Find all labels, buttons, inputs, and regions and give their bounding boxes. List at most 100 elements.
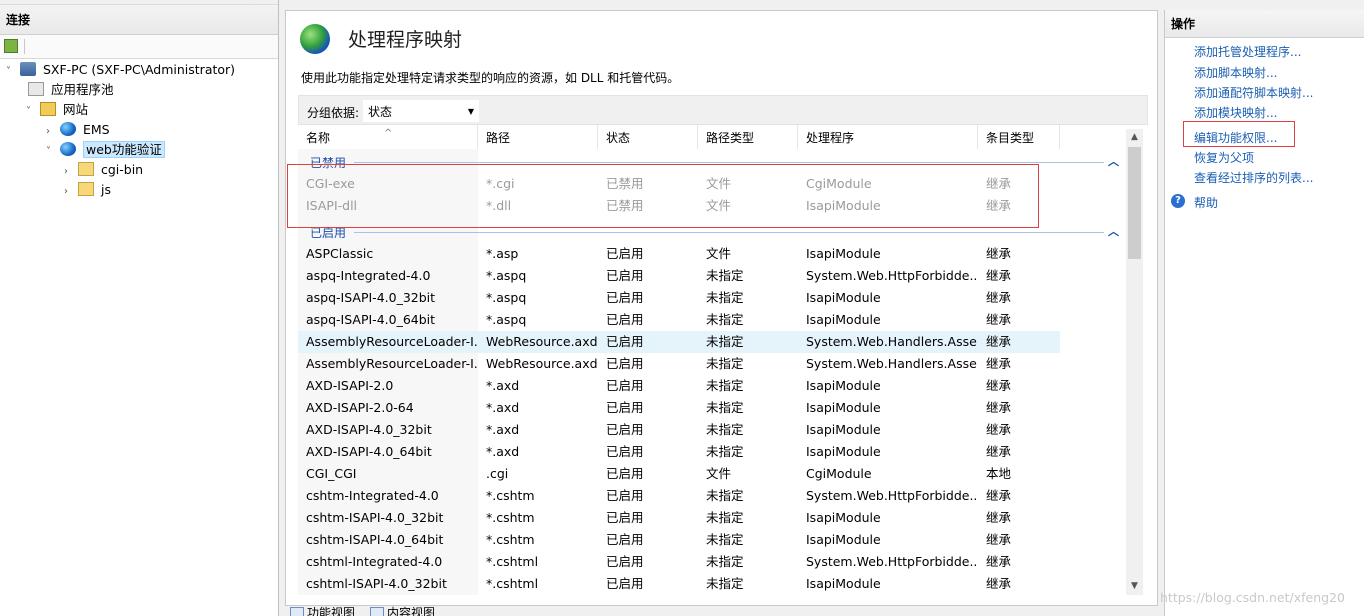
cell-name: AssemblyResourceLoader-I... (306, 356, 478, 371)
table-row[interactable]: aspq-Integrated-4.0 *.aspq 已启用 未指定 System.We… (298, 265, 1060, 287)
action-add-script-map[interactable]: 添加脚本映射... (1194, 64, 1277, 81)
tab-label: 内容视图 (387, 606, 436, 616)
cell-handler: IsapiModule (806, 532, 881, 547)
column-header-path-type[interactable]: 路径类型 (698, 125, 798, 149)
column-header-handler[interactable]: 处理程序 (798, 125, 978, 149)
table-row[interactable]: AXD-ISAPI-2.0 *.axd 已启用 未指定 IsapiModule 继承 (298, 375, 1060, 397)
column-header-state[interactable]: 状态 (598, 125, 698, 149)
table-row[interactable]: ASPClassic *.asp 已启用 文件 IsapiModule 继承 (298, 243, 1060, 265)
tab-content-view[interactable]: 内容视图 (370, 604, 435, 616)
cell-name: aspq-Integrated-4.0 (306, 268, 431, 283)
scroll-thumb[interactable] (1128, 147, 1141, 259)
table-row[interactable]: cshtml-ISAPI-4.0_32bit *.cshtml 已启用 未指定 Isap… (298, 573, 1060, 595)
table-row[interactable]: AXD-ISAPI-4.0_32bit *.axd 已启用 未指定 IsapiModul… (298, 419, 1060, 441)
chevron-down-icon[interactable]: ˅ (6, 62, 16, 82)
group-by-select[interactable]: 状态 ▼ (363, 100, 479, 122)
cell-path-type: 未指定 (706, 312, 744, 327)
connect-icon[interactable] (4, 39, 18, 53)
page-description: 使用此功能指定处理特定请求类型的响应的资源，如 DLL 和托管代码。 (301, 71, 680, 85)
vertical-scrollbar[interactable]: ▲ ▼ (1126, 129, 1143, 595)
tree-node-server[interactable]: ˅ SXF-PC (SXF-PC\Administrator) (6, 60, 235, 80)
highlight-box-edit-permissions (1183, 121, 1295, 147)
sites-icon (39, 102, 56, 116)
tab-features-view[interactable]: 功能视图 (290, 604, 355, 616)
cell-name: ASPClassic (306, 246, 374, 261)
scroll-up-icon[interactable]: ▲ (1126, 129, 1143, 146)
tree-node-app-pools[interactable]: 应用程序池 (28, 80, 114, 100)
folder-icon (77, 182, 94, 196)
cell-entry-type: 继承 (986, 290, 1012, 305)
cell-path: WebResource.axd (486, 334, 598, 349)
cell-name: cshtm-ISAPI-4.0_64bit (306, 532, 444, 547)
chevron-right-icon[interactable]: › (46, 122, 56, 142)
server-icon (19, 62, 36, 76)
table-row[interactable]: aspq-ISAPI-4.0_64bit *.aspq 已启用 未指定 IsapiMod… (298, 309, 1060, 331)
cell-path-type: 未指定 (706, 356, 744, 371)
table-row[interactable]: AXD-ISAPI-2.0-64 *.axd 已启用 未指定 IsapiModule 继承 (298, 397, 1060, 419)
cell-path: *.aspq (486, 312, 527, 327)
scroll-down-icon[interactable]: ▼ (1126, 578, 1143, 595)
table-row[interactable]: cshtml-Integrated-4.0 *.cshtml 已启用 未指定 Syste… (298, 551, 1060, 573)
chevron-down-icon[interactable]: ˅ (46, 142, 56, 162)
tree-node-web-feature-test[interactable]: ˅ web功能验证 (46, 140, 165, 160)
tree-node-js[interactable]: › js (64, 180, 111, 200)
action-add-module-mapping[interactable]: 添加模块映射... (1194, 104, 1277, 121)
cell-handler: System.Web.Handlers.Asse... (806, 356, 978, 371)
column-header-path[interactable]: 路径 (478, 125, 598, 149)
cell-entry-type: 继承 (986, 312, 1012, 327)
table-row[interactable]: cshtm-ISAPI-4.0_64bit *.cshtm 已启用 未指定 IsapiM… (298, 529, 1060, 551)
cell-entry-type: 继承 (986, 356, 1012, 371)
cell-handler: IsapiModule (806, 576, 881, 591)
table-row[interactable]: cshtm-ISAPI-4.0_32bit *.cshtm 已启用 未指定 IsapiM… (298, 507, 1060, 529)
table-row[interactable]: AssemblyResourceLoader-I... WebResource.a… (298, 353, 1060, 375)
chevron-right-icon[interactable]: › (64, 162, 74, 182)
cell-state: 已启用 (606, 378, 644, 393)
connections-pane: 连接 ˅ SXF-PC (SXF-PC\Administrator) 应用程序池… (0, 0, 279, 616)
table-row[interactable]: aspq-ISAPI-4.0_32bit *.aspq 已启用 未指定 IsapiMod… (298, 287, 1060, 309)
cell-handler: IsapiModule (806, 246, 881, 261)
folder-icon (77, 162, 94, 176)
tree-node-sites[interactable]: ˅ 网站 (26, 100, 88, 120)
column-header-entry-type[interactable]: 条目类型 (978, 125, 1060, 149)
tree-node-cgi-bin[interactable]: › cgi-bin (64, 160, 143, 180)
cell-name: aspq-ISAPI-4.0_32bit (306, 290, 436, 305)
action-help[interactable]: 帮助 (1194, 194, 1218, 211)
cell-path: *.aspq (486, 290, 527, 305)
cell-handler: System.Web.HttpForbidde... (806, 554, 978, 569)
cell-path: *.axd (486, 378, 520, 393)
cell-name: AXD-ISAPI-4.0_64bit (306, 444, 432, 459)
column-header-label: 名称 (306, 131, 331, 145)
help-icon[interactable]: ? (1171, 194, 1185, 208)
table-row[interactable]: CGI_CGI .cgi 已启用 文件 CgiModule 本地 (298, 463, 1060, 485)
cell-handler: System.Web.HttpForbidde... (806, 268, 978, 283)
column-header-name[interactable]: 名称 ^ (298, 125, 478, 149)
chevron-right-icon[interactable]: › (64, 182, 74, 202)
collapse-chevron-icon[interactable]: ︿ (1108, 153, 1119, 169)
watermark: https://blog.csdn.net/xfeng20 (1160, 590, 1345, 605)
action-view-ordered-list[interactable]: 查看经过排序的列表... (1194, 169, 1313, 186)
cell-path-type: 未指定 (706, 422, 744, 437)
dropdown-arrow-icon: ▼ (467, 107, 474, 116)
cell-name: AXD-ISAPI-4.0_32bit (306, 422, 432, 437)
cell-path-type: 未指定 (706, 488, 744, 503)
collapse-chevron-icon[interactable]: ︿ (1108, 223, 1119, 239)
table-row[interactable]: cshtm-Integrated-4.0 *.cshtm 已启用 未指定 System.… (298, 485, 1060, 507)
cell-path: *.axd (486, 400, 520, 415)
tree-node-ems[interactable]: › EMS (46, 120, 110, 140)
tree-node-label: EMS (82, 122, 110, 137)
table-row[interactable]: AssemblyResourceLoader-I... WebResource.a… (298, 331, 1060, 353)
table-header: 名称 ^ 路径 状态 路径类型 处理程序 条目类型 (298, 125, 1060, 149)
cell-state: 已启用 (606, 268, 644, 283)
chevron-down-icon[interactable]: ˅ (26, 102, 36, 122)
table-row[interactable]: AXD-ISAPI-4.0_64bit *.axd 已启用 未指定 IsapiModul… (298, 441, 1060, 463)
action-add-wildcard-script-map[interactable]: 添加通配符脚本映射... (1194, 84, 1313, 101)
cell-entry-type: 继承 (986, 378, 1012, 393)
action-revert-to-parent[interactable]: 恢复为父项 (1194, 149, 1254, 166)
action-add-managed-handler[interactable]: 添加托管处理程序... (1194, 43, 1301, 60)
menu-strip (0, 0, 278, 5)
handler-mappings-pane: 处理程序映射 使用此功能指定处理特定请求类型的响应的资源，如 DLL 和托管代码… (285, 10, 1158, 606)
cell-path: *.cshtm (486, 488, 535, 503)
cell-handler: IsapiModule (806, 378, 881, 393)
features-view-icon (290, 607, 304, 616)
cell-handler: IsapiModule (806, 290, 881, 305)
